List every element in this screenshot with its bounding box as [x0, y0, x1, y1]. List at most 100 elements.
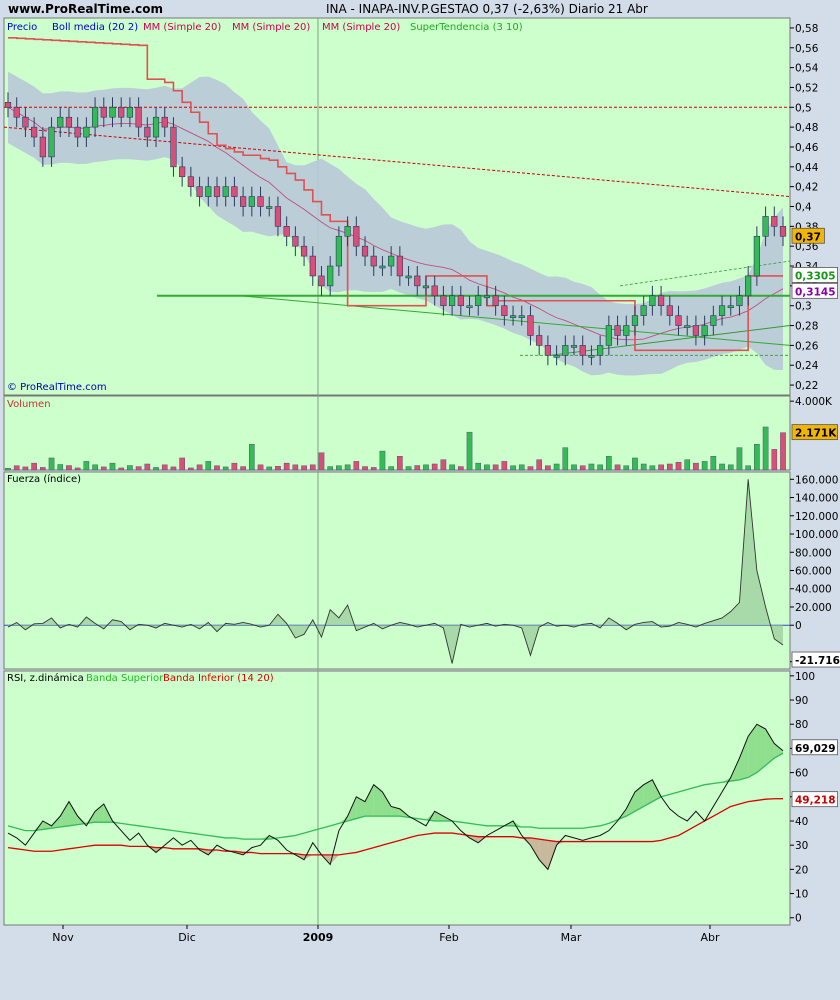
price-legend-item: MM (Simple 20)	[232, 22, 310, 33]
volume-bar	[205, 461, 212, 471]
volume-bar	[222, 466, 229, 471]
y-tick-label: 140.000	[795, 493, 838, 505]
candle	[518, 315, 525, 318]
volume-bar	[571, 464, 577, 471]
candle	[118, 106, 125, 118]
price-legend-item: SuperTendencia (3 10)	[410, 22, 523, 33]
volume-bar	[5, 468, 11, 471]
volume-bar	[727, 464, 734, 471]
x-label: Nov	[52, 931, 74, 944]
panel-force	[3, 471, 791, 670]
volume-bar	[22, 466, 29, 471]
volume-bar	[153, 467, 159, 471]
volume-bar	[100, 466, 107, 471]
volume-bar	[92, 464, 98, 471]
volume-bar	[640, 463, 647, 471]
candle	[100, 106, 107, 118]
volume-bar	[292, 464, 299, 471]
candle	[22, 116, 29, 128]
volume-bar	[362, 466, 368, 471]
volume-bar	[510, 465, 516, 471]
volume-bar	[501, 461, 508, 471]
candle	[205, 186, 212, 197]
candle	[292, 235, 299, 247]
chart-canvas[interactable]: Nov Dic 2009 Feb Mar Abr 0,58 0,56 0,54 0,52 0,5 0,…	[0, 0, 840, 1000]
volume-bar	[632, 457, 638, 471]
candle	[675, 315, 682, 326]
volume-bar	[283, 462, 290, 471]
candle	[135, 106, 142, 128]
y-tick-label: 0,56	[795, 43, 819, 55]
volume-bar	[536, 459, 542, 471]
candle	[614, 325, 621, 336]
candle	[631, 315, 639, 326]
volume-bar	[170, 466, 177, 471]
volume-title: Volumen	[7, 399, 51, 410]
y-tick-label: 0,22	[795, 380, 818, 392]
candle	[57, 116, 64, 128]
volume-bar	[710, 456, 717, 471]
candle	[213, 186, 221, 197]
candle	[736, 295, 743, 307]
candle	[126, 106, 134, 118]
candle	[570, 345, 578, 348]
volume-bar	[606, 456, 612, 471]
candle	[449, 295, 456, 307]
candle	[745, 275, 752, 297]
y-tick-label: 0,52	[795, 82, 818, 94]
x-label: Abr	[700, 931, 720, 944]
price-legend-item: Precio	[7, 22, 37, 33]
y-tick-label: 20	[795, 864, 808, 876]
volume-bar	[588, 463, 595, 471]
volume-bar	[466, 431, 473, 471]
volume-bar	[623, 465, 630, 471]
y-tick-label: 0,42	[795, 182, 818, 194]
volume-bar	[545, 465, 551, 471]
candle	[762, 216, 769, 237]
volume-bar	[240, 466, 246, 471]
y-tick-label: 40	[795, 816, 808, 828]
candle	[222, 186, 229, 197]
volume-bar	[309, 464, 316, 471]
force-title: Fuerza (índice)	[7, 473, 81, 485]
candle	[692, 325, 700, 336]
volume-bar	[675, 462, 682, 471]
volume-bar	[109, 462, 116, 471]
y-tick-label: 0,4	[795, 202, 812, 214]
candle	[48, 126, 55, 158]
y-tick-label: 120.000	[795, 511, 838, 523]
x-label: Dic	[178, 931, 196, 944]
candle	[579, 345, 586, 356]
y-tick-label: 0,26	[795, 340, 819, 352]
candle	[710, 315, 717, 326]
volume-bar	[458, 466, 464, 471]
volume-bar	[83, 461, 90, 471]
candle	[623, 325, 630, 336]
candle	[240, 196, 247, 207]
candle	[196, 186, 203, 197]
volume-bar	[379, 450, 386, 471]
y-tick-label: 0	[795, 913, 802, 925]
volume-bar	[118, 467, 125, 471]
candle	[701, 325, 708, 336]
volume-bar	[719, 463, 725, 471]
last-value-label: 0,3305	[795, 270, 836, 282]
y-tick-label: 160.000	[795, 474, 838, 486]
candle	[475, 295, 482, 307]
volume-bar	[318, 452, 325, 471]
panel-volume	[3, 395, 791, 471]
candle	[39, 136, 46, 158]
volume-bar	[161, 464, 168, 471]
volume-bar	[754, 443, 760, 471]
volume-bar	[231, 462, 238, 471]
volume-bar	[336, 465, 342, 471]
candle	[588, 355, 595, 358]
volume-bar	[214, 465, 220, 471]
y-tick-label: 0	[795, 620, 802, 632]
y-tick-label: 90	[795, 695, 808, 707]
volume-bar	[66, 465, 72, 471]
price-legend-item: MM (Simple 20)	[143, 22, 221, 33]
y-tick-label: 0,24	[795, 360, 819, 372]
volume-bar	[179, 457, 185, 471]
volume-bar	[266, 466, 273, 471]
